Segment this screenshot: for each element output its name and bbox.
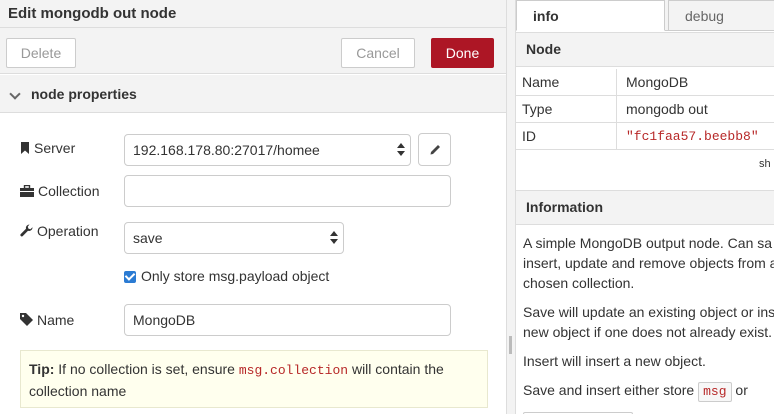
name-label: Name (20, 312, 74, 329)
select-arrows-icon (397, 143, 405, 157)
tip-heading: Tip: (29, 361, 55, 377)
only-payload-label: Only store msg.payload object (141, 268, 330, 284)
wrench-icon (20, 224, 33, 240)
done-button[interactable]: Done (431, 38, 494, 68)
info-line: insert, update and remove objects from a (523, 255, 774, 271)
prop-key: Type (522, 101, 553, 117)
name-input[interactable]: MongoDB (124, 304, 451, 336)
tag-icon (20, 313, 33, 329)
briefcase-icon (20, 184, 34, 200)
pencil-icon (429, 143, 442, 159)
name-label-text: Name (37, 312, 75, 328)
info-line: chosen collection. (523, 275, 635, 291)
tab-info[interactable]: info (516, 0, 665, 31)
tip-box: Tip: If no collection is set, ensure msg… (20, 350, 488, 408)
only-payload-checkbox[interactable] (124, 271, 136, 283)
collection-label-text: Collection (38, 183, 100, 199)
info-paragraph: Save will update an existing object or i… (523, 302, 774, 342)
info-line: Insert will insert a new object. (523, 353, 706, 369)
node-section-header: Node (516, 32, 774, 67)
node-id-value: "fc1faa57.beebb8" (626, 129, 759, 144)
delete-button[interactable]: Delete (6, 38, 76, 68)
info-text: A simple MongoDB output node. Can sa ins… (523, 233, 774, 414)
node-section-title: Node (526, 41, 561, 57)
select-arrows-icon (330, 231, 338, 245)
information-section-title: Information (526, 199, 603, 215)
edit-server-button[interactable] (418, 133, 451, 166)
table-row: Name MongoDB (516, 69, 774, 96)
collection-input[interactable] (124, 175, 451, 207)
info-paragraph: A simple MongoDB output node. Can sa ins… (523, 233, 774, 293)
show-more-link[interactable]: sh (759, 158, 771, 170)
server-label: Server (20, 140, 75, 157)
prop-key: ID (522, 128, 536, 144)
table-row: Type mongodb out (516, 96, 774, 123)
info-line: Save and insert either store (523, 382, 695, 398)
info-line: Save will update an existing object or i… (523, 304, 774, 320)
tray-title: Edit mongodb out node (8, 5, 177, 22)
server-label-text: Server (34, 140, 76, 156)
table-row: ID "fc1faa57.beebb8" (516, 123, 774, 150)
tip-text-before: If no collection is set, ensure (58, 361, 235, 377)
info-paragraph: Insert will insert a new object. (523, 351, 774, 371)
prop-value: mongodb out (626, 101, 708, 117)
node-properties-title: node properties (31, 86, 137, 102)
code-pill: msg (698, 382, 732, 402)
operation-select-value: save (133, 230, 163, 246)
info-sidebar: info debug Node Name MongoDB Type mongod… (516, 0, 774, 414)
server-select[interactable]: 192.168.178.80:27017/homee (124, 134, 411, 166)
tip-code: msg.collection (238, 363, 349, 378)
resize-handle[interactable] (509, 336, 512, 354)
operation-label: Operation (20, 223, 98, 240)
collection-label: Collection (20, 183, 99, 200)
operation-label-text: Operation (37, 223, 99, 239)
info-line: new object if one does not already exist… (523, 324, 773, 340)
operation-select[interactable]: save (124, 222, 344, 254)
tab-debug[interactable]: debug (668, 0, 774, 31)
prop-value: MongoDB (626, 74, 689, 90)
cancel-button[interactable]: Cancel (341, 38, 415, 68)
info-paragraph: Save and insert either store msg or (523, 380, 774, 414)
prop-key: Name (522, 74, 560, 90)
server-select-value: 192.168.178.80:27017/homee (133, 142, 320, 158)
edit-tray: Edit mongodb out node Delete Cancel Done… (0, 0, 506, 414)
bookmark-icon (20, 141, 30, 157)
info-line: A simple MongoDB output node. Can sa (523, 235, 773, 251)
info-line: or (735, 382, 748, 398)
information-section-header: Information (516, 190, 774, 225)
